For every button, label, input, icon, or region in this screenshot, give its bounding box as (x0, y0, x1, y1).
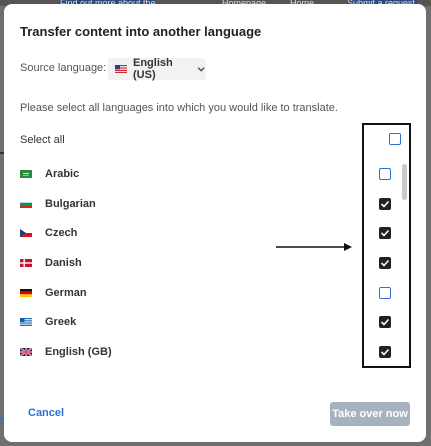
language-row-arabic: Arabic (20, 162, 350, 186)
bulgarian-flag-icon (20, 200, 32, 208)
arabic-flag-icon (20, 170, 32, 178)
language-name: Czech (45, 227, 78, 239)
instruction-text: Please select all languages into which y… (20, 102, 338, 114)
language-name: Greek (45, 316, 77, 328)
danish-flag-icon (20, 259, 32, 267)
select-all-label: Select all (20, 134, 65, 146)
source-language-value: English (US) (133, 57, 173, 81)
language-row-english-gb: English (GB) (20, 340, 350, 364)
language-row-bulgarian: Bulgarian (20, 192, 350, 216)
czech-flag-icon (20, 229, 32, 237)
german-flag-icon (20, 289, 32, 297)
annotation-highlight-box (362, 123, 411, 368)
dialog-title: Transfer content into another language (20, 24, 262, 39)
language-name: Bulgarian (45, 198, 96, 210)
language-name: English (GB) (45, 346, 112, 358)
language-row-greek: Greek (20, 310, 350, 334)
chevron-down-icon (197, 67, 205, 72)
language-name: Danish (45, 257, 82, 269)
source-language-select[interactable]: English (US) (108, 57, 206, 81)
take-over-now-button[interactable]: Take over now (330, 402, 410, 426)
language-name: Arabic (45, 168, 80, 180)
translate-dialog: Transfer content into another language S… (4, 4, 426, 442)
language-row-german: German (20, 281, 350, 305)
language-row-danish: Danish (20, 251, 350, 275)
annotation-arrow-icon (276, 243, 352, 251)
cancel-button[interactable]: Cancel (28, 407, 64, 419)
source-language-label: Source language: (20, 62, 107, 74)
language-name: German (45, 287, 87, 299)
greek-flag-icon (20, 318, 32, 326)
us-flag-icon (115, 65, 127, 73)
uk-flag-icon (20, 348, 32, 356)
